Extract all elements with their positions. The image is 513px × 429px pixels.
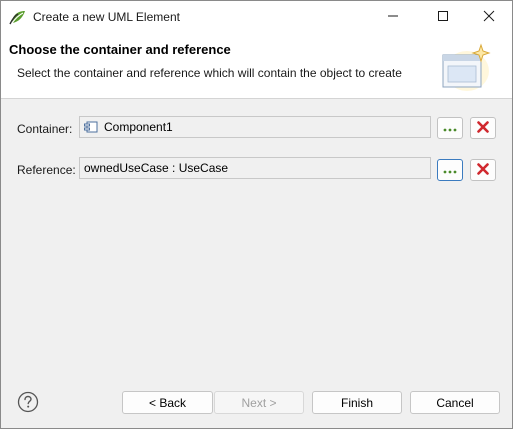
finish-button[interactable]: Finish [312,391,402,414]
help-button[interactable] [17,391,39,413]
wizard-banner: Choose the container and reference Selec… [1,33,512,99]
wizard-window: Create a new UML Element Choose the cont… [0,0,513,429]
wizard-banner-icon [437,41,493,95]
minimize-icon [387,10,399,25]
next-button[interactable]: Next > [214,391,304,414]
window-title: Create a new UML Element [33,10,180,24]
red-x-icon [477,162,489,178]
reference-browse-button[interactable] [437,159,463,181]
container-browse-button[interactable] [437,117,463,139]
reference-value: ownedUseCase : UseCase [84,161,229,175]
ellipsis-icon [443,163,457,177]
help-question-icon [17,391,39,416]
ellipsis-icon [443,121,457,135]
maximize-icon [437,10,449,25]
container-label: Container: [17,122,73,136]
close-icon [483,10,495,25]
container-clear-button[interactable] [470,117,496,139]
minimize-button[interactable] [370,1,416,33]
uml-component-icon [84,121,98,133]
papyrus-leaf-icon [9,9,27,25]
reference-label: Reference: [17,163,76,177]
maximize-button[interactable] [420,1,466,33]
reference-field[interactable]: ownedUseCase : UseCase [79,157,431,179]
container-value: Component1 [104,120,173,134]
red-x-icon [477,120,489,136]
title-bar: Create a new UML Element [1,1,512,33]
cancel-button[interactable]: Cancel [410,391,500,414]
reference-clear-button[interactable] [470,159,496,181]
back-button[interactable]: < Back [122,391,213,414]
container-field[interactable]: Component1 [79,116,431,138]
page-description: Select the container and reference which… [17,66,402,80]
close-button[interactable] [466,1,512,33]
page-title: Choose the container and reference [9,42,231,57]
